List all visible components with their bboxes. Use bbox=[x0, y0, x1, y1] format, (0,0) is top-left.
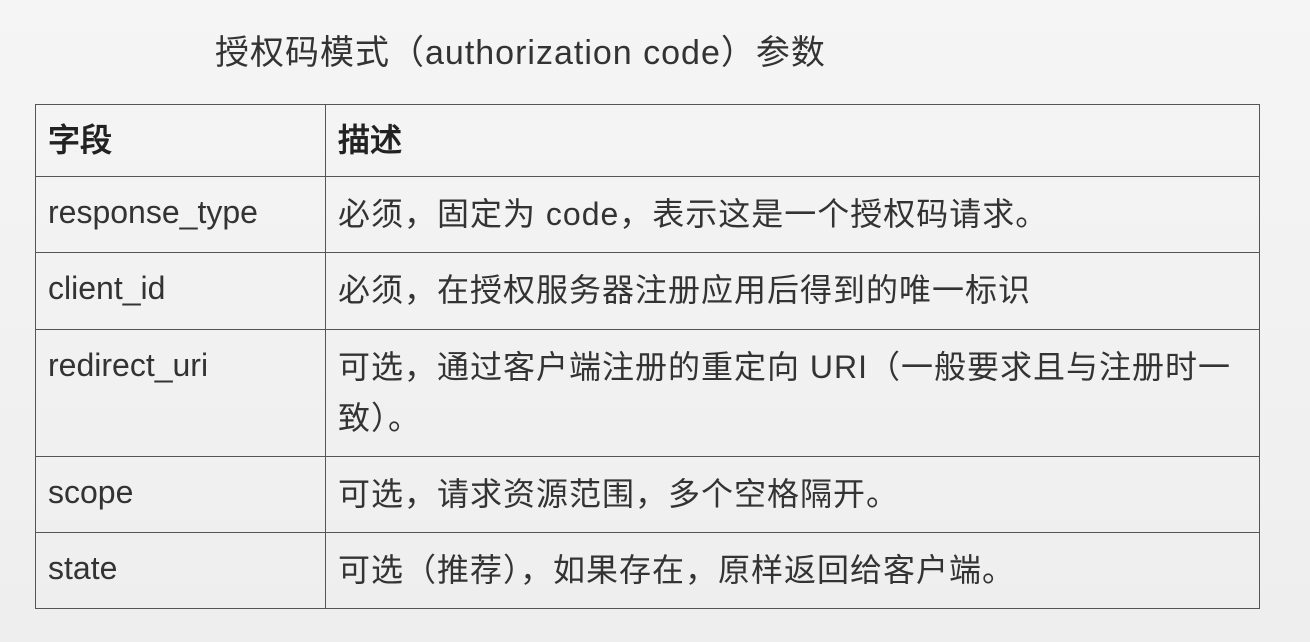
description-cell: 可选，请求资源范围，多个空格隔开。 bbox=[326, 456, 1260, 532]
parameters-table: 字段 描述 response_type 必须，固定为 code，表示这是一个授权… bbox=[35, 104, 1260, 609]
description-cell: 可选（推荐），如果存在，原样返回给客户端。 bbox=[326, 533, 1260, 609]
field-name-cell: client_id bbox=[36, 253, 326, 329]
table-row: client_id 必须，在授权服务器注册应用后得到的唯一标识 bbox=[36, 253, 1260, 329]
page-title: 授权码模式（authorization code）参数 bbox=[215, 25, 1275, 74]
field-name-cell: state bbox=[36, 533, 326, 609]
field-name-cell: response_type bbox=[36, 177, 326, 253]
table-row: response_type 必须，固定为 code，表示这是一个授权码请求。 bbox=[36, 177, 1260, 253]
table-row: redirect_uri 可选，通过客户端注册的重定向 URI（一般要求且与注册… bbox=[36, 329, 1260, 456]
header-description: 描述 bbox=[326, 105, 1260, 177]
table-header-row: 字段 描述 bbox=[36, 105, 1260, 177]
field-name-cell: scope bbox=[36, 456, 326, 532]
description-cell: 必须，在授权服务器注册应用后得到的唯一标识 bbox=[326, 253, 1260, 329]
table-row: scope 可选，请求资源范围，多个空格隔开。 bbox=[36, 456, 1260, 532]
table-row: state 可选（推荐），如果存在，原样返回给客户端。 bbox=[36, 533, 1260, 609]
description-cell: 可选，通过客户端注册的重定向 URI（一般要求且与注册时一致）。 bbox=[326, 329, 1260, 456]
header-field: 字段 bbox=[36, 105, 326, 177]
description-cell: 必须，固定为 code，表示这是一个授权码请求。 bbox=[326, 177, 1260, 253]
field-name-cell: redirect_uri bbox=[36, 329, 326, 456]
